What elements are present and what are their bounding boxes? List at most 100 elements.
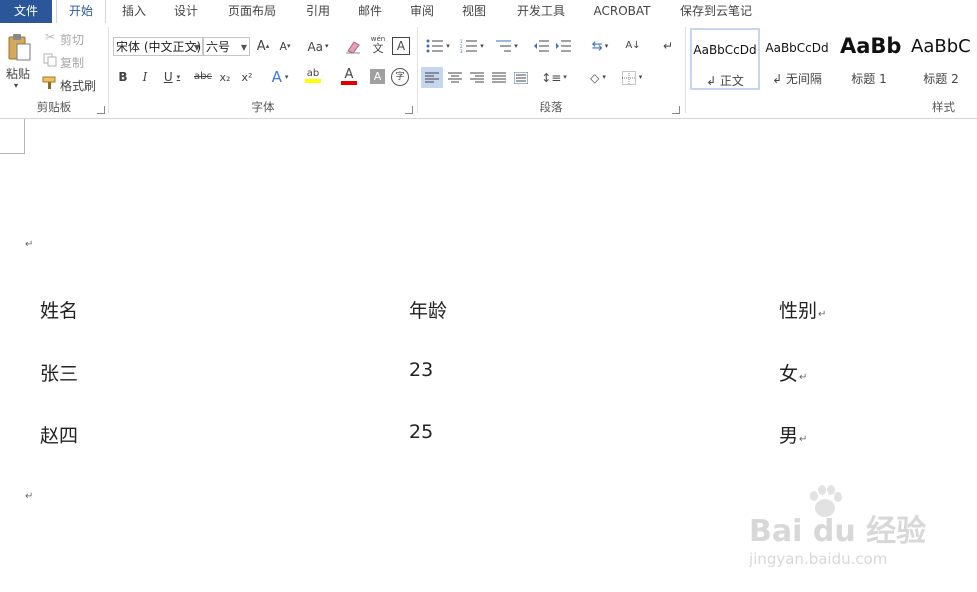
phonetic-guide-bottom: 文 — [372, 42, 384, 55]
enclose-characters-icon[interactable]: 字 — [391, 68, 409, 86]
copy-button[interactable]: 复制 — [60, 54, 84, 71]
tab-acrobat[interactable]: ACROBAT — [584, 0, 660, 23]
shrink-font-icon[interactable]: A ▾ — [276, 37, 294, 56]
paragraph-launcher-icon[interactable] — [672, 106, 680, 114]
line-spacing-icon[interactable]: ↕≡ ▾ — [539, 67, 569, 88]
ribbon: 粘贴 ▾ ✂ 剪切 复制 格式刷 剪贴板 宋体 (中文正文) ▼ 六号 ▼ A ▴… — [0, 23, 977, 119]
superscript-label: x² — [241, 70, 253, 84]
align-right-icon[interactable] — [466, 67, 488, 88]
font-color-icon[interactable]: A — [334, 65, 364, 87]
paste-icon[interactable] — [4, 31, 34, 63]
tab-view[interactable]: 视图 — [452, 0, 496, 23]
bullets-icon[interactable]: ▾ — [423, 36, 453, 56]
enclose-characters-label: 字 — [395, 71, 405, 82]
align-center-icon[interactable] — [444, 67, 466, 88]
svg-text:3: 3 — [460, 49, 463, 53]
clipboard-launcher-icon[interactable] — [97, 106, 105, 114]
distributed-align-icon[interactable] — [510, 67, 532, 88]
tab-design[interactable]: 设计 — [164, 0, 208, 23]
styles-group-label: 样式 — [932, 100, 955, 114]
format-painter-button[interactable]: 格式刷 — [60, 77, 96, 94]
chinese-layout-icon[interactable]: ⇆ ▾ — [585, 36, 615, 56]
table-cell[interactable]: 25 — [409, 421, 433, 443]
character-shading-icon[interactable]: A — [370, 69, 385, 84]
end-of-cell-mark: ↵ — [799, 372, 808, 383]
tab-mailings[interactable]: 邮件 — [348, 0, 392, 23]
clipboard-group: 粘贴 ▾ ✂ 剪切 复制 格式刷 剪贴板 — [0, 23, 108, 118]
styles-group: 样式 — [688, 23, 977, 118]
tab-review[interactable]: 审阅 — [400, 0, 444, 23]
font-size-combo[interactable]: 六号 ▼ — [203, 37, 250, 56]
clipboard-group-label: 剪贴板 — [36, 100, 72, 114]
tab-developer[interactable]: 开发工具 — [506, 0, 576, 23]
underline-button[interactable]: U ▾ — [158, 67, 186, 87]
subscript-button[interactable]: x₂ — [216, 67, 234, 87]
watermark-brand: Bai du 经验 — [749, 514, 927, 549]
group-divider — [685, 27, 686, 113]
paragraph-mark: ↵ — [25, 491, 34, 502]
sort-icon[interactable]: A↓ — [623, 36, 643, 56]
change-case-button[interactable]: Aa ▾ — [304, 37, 332, 56]
font-name-combo[interactable]: 宋体 (中文正文) ▼ — [113, 37, 203, 56]
paste-dropdown-icon[interactable]: ▾ — [14, 81, 18, 90]
font-group: 宋体 (中文正文) ▼ 六号 ▼ A ▴ A ▾ Aa ▾ wén 文 A B I U… — [110, 23, 416, 118]
font-launcher-icon[interactable] — [405, 106, 413, 114]
change-case-label: Aa — [307, 39, 324, 54]
table-header-cell[interactable]: 姓名 — [40, 296, 78, 323]
font-name-value: 宋体 (中文正文) — [116, 40, 202, 54]
shading-icon[interactable]: ◇ ▾ — [583, 67, 613, 88]
copy-icon — [42, 52, 58, 68]
show-formatting-marks-icon[interactable]: ↵ — [659, 36, 677, 56]
watermark-url: jingyan.baidu.com — [749, 550, 888, 568]
table-header-cell[interactable]: 年龄 — [409, 296, 447, 323]
tab-page-layout[interactable]: 页面布局 — [218, 0, 286, 23]
table-cell[interactable]: 男↵ — [779, 421, 807, 448]
ribbon-tab-bar: 文件 开始 插入 设计 页面布局 引用 邮件 审阅 视图 开发工具 ACROBA… — [0, 0, 977, 24]
align-left-icon[interactable] — [421, 67, 443, 88]
phonetic-guide-icon[interactable]: wén 文 — [368, 34, 388, 56]
borders-icon[interactable]: ▾ — [617, 67, 647, 88]
italic-button[interactable]: I — [136, 67, 154, 87]
page-corner-mark — [0, 119, 25, 154]
table-cell[interactable]: 赵四 — [40, 421, 78, 448]
numbering-icon[interactable]: 123 ▾ — [457, 36, 487, 56]
tab-references[interactable]: 引用 — [296, 0, 340, 23]
paragraph-group-label: 段落 — [539, 100, 563, 114]
table-cell[interactable]: 张三 — [40, 359, 78, 386]
bold-label: B — [118, 70, 128, 84]
tab-insert[interactable]: 插入 — [112, 0, 156, 23]
chevron-down-icon: ▼ — [193, 43, 200, 52]
character-border-label: A — [396, 39, 406, 53]
multilevel-list-icon[interactable]: ▾ — [491, 36, 521, 56]
paste-button[interactable]: 粘贴 — [6, 65, 30, 82]
table-cell[interactable]: 23 — [409, 359, 433, 381]
bold-button[interactable]: B — [114, 67, 132, 87]
cut-button[interactable]: 剪切 — [60, 31, 84, 48]
increase-indent-icon[interactable] — [553, 36, 573, 56]
paragraph-group: ▾ 123 ▾ ▾ ⇆ ▾ A↓ ↵ ↕≡ ▾ ◇ ▾ ▾ 段落 — [419, 23, 683, 118]
strikethrough-label: abc — [194, 71, 212, 82]
table-cell[interactable]: 女↵ — [779, 359, 807, 386]
tab-home[interactable]: 开始 — [56, 0, 106, 24]
grow-font-icon[interactable]: A ▴ — [254, 37, 272, 56]
highlight-color-icon[interactable]: ab — [298, 65, 328, 87]
baidu-watermark: Bai du 经验 jingyan.baidu.com — [745, 478, 935, 578]
tab-file[interactable]: 文件 — [0, 0, 52, 23]
strikethrough-button[interactable]: abc — [192, 67, 214, 87]
superscript-button[interactable]: x² — [238, 67, 256, 87]
format-painter-icon — [42, 75, 58, 91]
group-divider — [417, 27, 418, 113]
justify-icon[interactable] — [488, 67, 510, 88]
font-group-label: 字体 — [251, 100, 275, 114]
character-border-icon[interactable]: A — [392, 37, 410, 55]
italic-label: I — [142, 70, 148, 84]
table-header-cell[interactable]: 性别↵ — [779, 296, 826, 323]
text-effects-icon[interactable]: A ▾ — [266, 67, 294, 87]
decrease-indent-icon[interactable] — [531, 36, 551, 56]
tab-save-to-cloud-notes[interactable]: 保存到云笔记 — [670, 0, 762, 23]
paragraph-mark: ↵ — [25, 239, 34, 250]
group-divider — [108, 27, 109, 113]
chevron-down-icon: ▼ — [240, 43, 247, 52]
scissors-icon: ✂ — [44, 30, 56, 44]
clear-formatting-icon[interactable] — [343, 37, 363, 56]
